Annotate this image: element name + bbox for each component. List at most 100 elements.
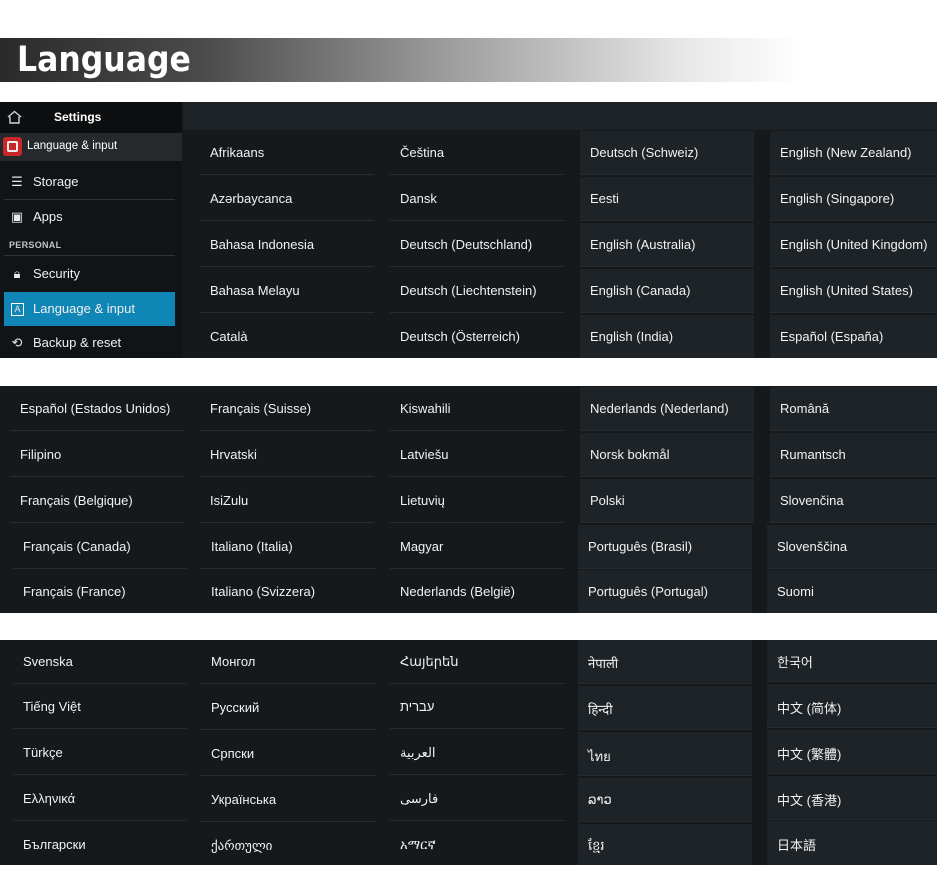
language-option[interactable]: ខ្មែរ (578, 824, 752, 865)
language-option[interactable]: Latviešu (390, 433, 564, 477)
language-label: ไทย (588, 749, 611, 764)
language-option[interactable]: Français (Canada) (13, 525, 187, 569)
sidebar-item-label: Apps (33, 209, 63, 224)
language-option[interactable]: 中文 (简体) (767, 684, 937, 728)
language-option[interactable]: Deutsch (Deutschland) (390, 223, 564, 267)
language-option[interactable]: Italiano (Italia) (201, 525, 375, 569)
language-option[interactable]: English (United States) (770, 269, 937, 313)
storage-icon: ☰ (11, 174, 23, 189)
language-option[interactable]: ไทย (578, 732, 752, 776)
language-option[interactable]: Ελληνικά (13, 777, 187, 821)
language-option[interactable]: English (Canada) (580, 269, 754, 313)
language-option[interactable]: English (New Zealand) (770, 131, 937, 175)
sidebar-item-label: Backup & reset (33, 335, 122, 350)
language-option[interactable]: Norsk bokmål (580, 433, 754, 477)
language-option[interactable]: Nederlands (Nederland) (580, 387, 754, 431)
language-option[interactable]: Монгол (201, 640, 375, 684)
language-option[interactable]: አማርኛ (390, 823, 564, 865)
language-option[interactable]: Français (France) (13, 570, 187, 613)
language-option[interactable]: Română (770, 387, 937, 431)
language-option[interactable]: Português (Brasil) (578, 525, 752, 569)
language-option[interactable]: ქართული (201, 824, 375, 865)
home-icon[interactable] (6, 109, 23, 126)
language-option[interactable]: Italiano (Svizzera) (201, 570, 375, 613)
language-option[interactable]: فارسی (390, 777, 564, 821)
sidebar-item-security[interactable]: 🔒︎ Security (4, 257, 175, 291)
language-option[interactable]: Slovenščina (767, 525, 937, 569)
language-label: 中文 (简体) (777, 701, 842, 716)
language-option[interactable]: 中文 (繁體) (767, 730, 937, 774)
language-option[interactable]: Français (Belgique) (10, 479, 184, 523)
language-option[interactable]: Lietuvių (390, 479, 564, 523)
language-label: English (United States) (780, 283, 913, 298)
language-label: ქართული (211, 838, 273, 853)
language-option[interactable]: 中文 (香港) (767, 776, 937, 820)
language-option[interactable]: Български (13, 823, 187, 865)
language-option[interactable]: 한국어 (767, 640, 937, 682)
language-option[interactable]: Русский (201, 686, 375, 730)
title-banner: Language (0, 38, 800, 82)
language-option[interactable]: English (Australia) (580, 223, 754, 267)
language-option[interactable]: Dansk (390, 177, 564, 221)
language-option[interactable]: Afrikaans (200, 131, 374, 175)
language-option[interactable]: IsiZulu (200, 479, 374, 523)
language-option[interactable]: Español (España) (770, 315, 937, 358)
language-option[interactable]: Bahasa Melayu (200, 269, 374, 313)
language-option[interactable]: Українська (201, 778, 375, 822)
language-option[interactable]: Svenska (13, 640, 187, 684)
language-option[interactable]: हिन्दी (578, 686, 752, 730)
language-option[interactable]: Deutsch (Österreich) (390, 315, 564, 358)
language-label: Català (210, 329, 248, 344)
language-label: Suomi (777, 584, 814, 599)
language-option[interactable]: Հայերեն (390, 640, 564, 684)
sidebar-item-apps[interactable]: ▣ Apps (4, 200, 175, 234)
language-option[interactable]: Kiswahili (390, 387, 564, 431)
sidebar-item-label: Security (33, 266, 80, 281)
language-option[interactable]: Rumantsch (770, 433, 937, 477)
language-label: Français (Belgique) (20, 493, 133, 508)
sidebar-item-storage[interactable]: ☰ Storage (4, 165, 175, 199)
language-option[interactable]: Azərbaycanca (200, 177, 374, 221)
language-label: Deutsch (Österreich) (400, 329, 520, 344)
language-option[interactable]: 日本語 (767, 821, 937, 865)
language-option[interactable]: Čeština (390, 131, 564, 175)
language-option[interactable]: Deutsch (Liechtenstein) (390, 269, 564, 313)
language-option[interactable]: Magyar (390, 525, 564, 569)
language-option[interactable]: עברית (390, 685, 564, 729)
language-label: English (Australia) (590, 237, 696, 252)
language-option[interactable]: Filipino (10, 433, 184, 477)
language-option[interactable]: ລາວ (578, 778, 752, 822)
language-option[interactable]: Eesti (580, 177, 754, 221)
language-label: Español (España) (780, 329, 884, 344)
language-option[interactable]: Français (Suisse) (200, 387, 374, 431)
language-option[interactable]: Tiếng Việt (13, 685, 187, 729)
language-option[interactable]: Polski (580, 479, 754, 523)
language-option[interactable]: Türkçe (13, 731, 187, 775)
language-option[interactable]: English (United Kingdom) (770, 223, 937, 267)
language-option[interactable]: Português (Portugal) (578, 570, 752, 613)
language-option[interactable]: Deutsch (Schweiz) (580, 131, 754, 175)
sidebar-item-language-input[interactable]: A Language & input (4, 292, 175, 326)
language-option[interactable]: Español (Estados Unidos) (10, 387, 184, 431)
language-option[interactable]: English (Singapore) (770, 177, 937, 221)
language-option[interactable]: Bahasa Indonesia (200, 223, 374, 267)
language-option[interactable]: Српски (201, 732, 375, 776)
language-label: Українська (211, 792, 277, 807)
language-option[interactable]: العربية (390, 731, 564, 775)
language-label: Nederlands (België) (400, 584, 515, 599)
language-option[interactable]: नेपाली (578, 640, 752, 684)
language-option[interactable]: Suomi (767, 570, 937, 613)
language-option[interactable]: Slovenčina (770, 479, 937, 523)
language-option[interactable]: Hrvatski (200, 433, 374, 477)
language-label: IsiZulu (210, 493, 249, 508)
language-label: Rumantsch (780, 447, 846, 462)
language-label: Tiếng Việt (23, 699, 81, 714)
language-option[interactable]: Nederlands (België) (390, 570, 564, 613)
language-option[interactable]: Català (200, 315, 374, 358)
language-option[interactable]: English (India) (580, 315, 754, 358)
settings-header[interactable]: Settings (0, 102, 182, 133)
current-page-row: Language & input (0, 133, 182, 161)
sidebar-item-backup-reset[interactable]: ⟲ Backup & reset (4, 326, 175, 358)
language-label: Hrvatski (210, 447, 257, 462)
language-label: English (Canada) (590, 283, 691, 298)
